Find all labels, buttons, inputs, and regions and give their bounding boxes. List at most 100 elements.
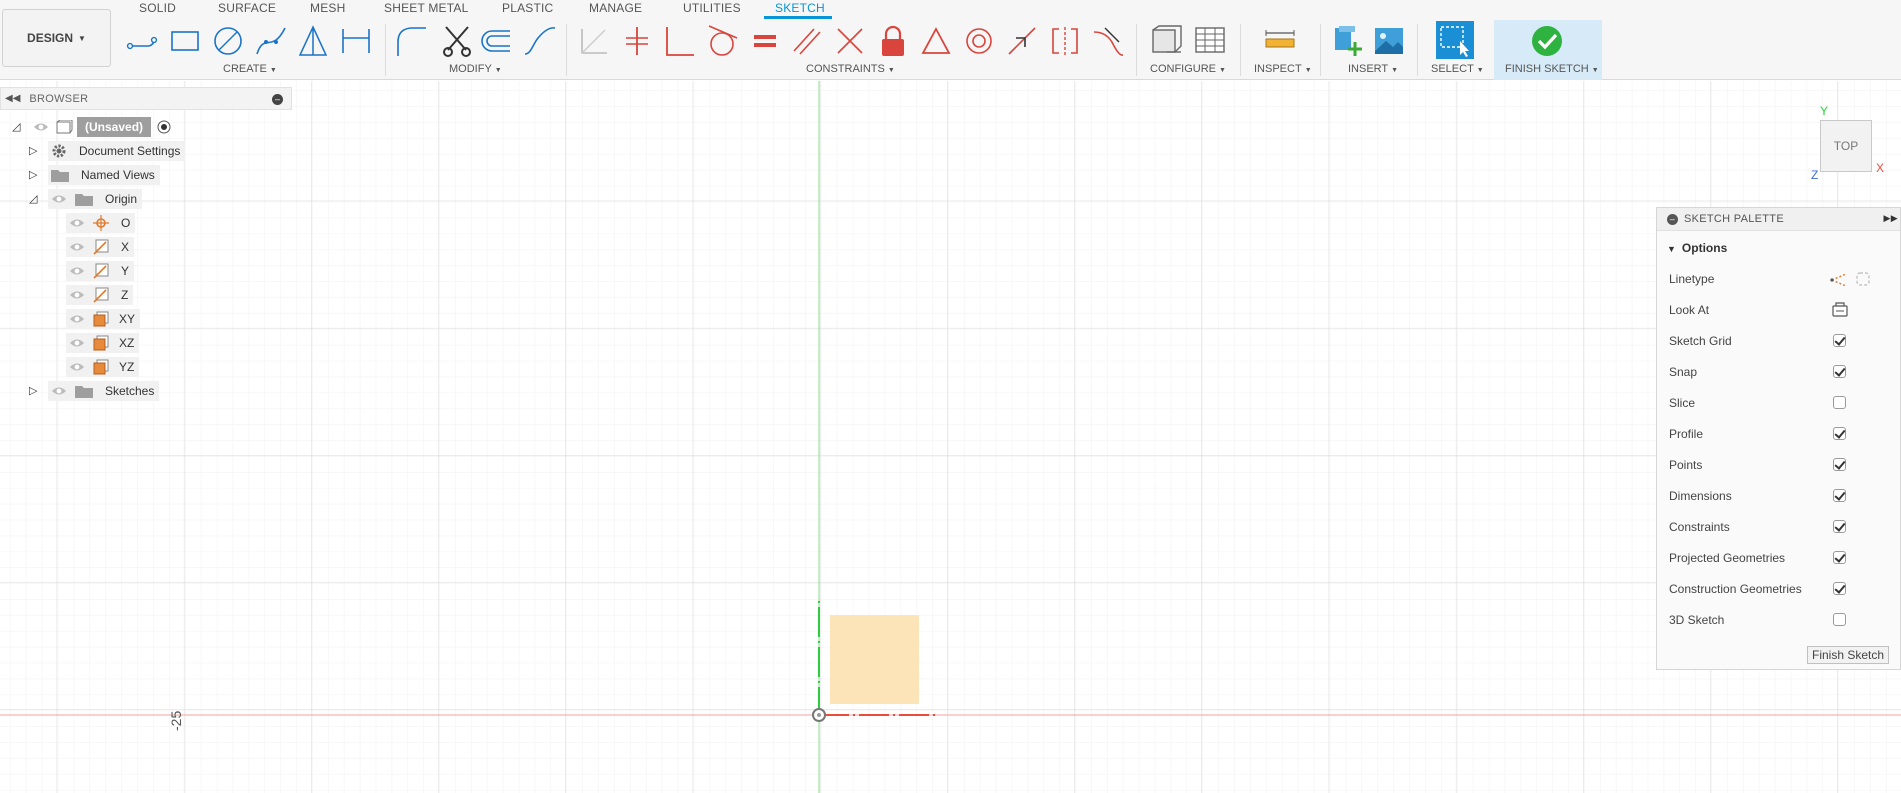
perpendicular-icon[interactable]: [620, 24, 654, 58]
triangle-constraint-icon[interactable]: [919, 24, 953, 58]
finish-check-icon[interactable]: [1530, 24, 1564, 58]
visibility-eye-icon[interactable]: [69, 313, 85, 325]
activate-radio-icon[interactable]: [157, 120, 171, 134]
modify-menu[interactable]: MODIFY ▼: [449, 63, 502, 75]
constraint-ghost-icon[interactable]: [577, 24, 611, 58]
projected-geometries-checkbox[interactable]: [1833, 551, 1846, 564]
tree-item-label: Y: [121, 264, 130, 278]
finish-sketch-menu[interactable]: FINISH SKETCH ▼: [1505, 63, 1599, 75]
trim-scissors-icon[interactable]: [440, 24, 474, 58]
tab-sheet-metal[interactable]: SHEET METAL: [384, 1, 468, 18]
offset-icon[interactable]: [480, 24, 514, 58]
horizontal-constraint-icon[interactable]: [662, 24, 696, 58]
inspect-menu[interactable]: INSPECT ▼: [1254, 63, 1312, 75]
concentric-icon[interactable]: [962, 24, 996, 58]
visibility-eye-icon[interactable]: [69, 217, 85, 229]
collapse-panel-icon[interactable]: ◀◀: [5, 93, 20, 104]
equal-icon[interactable]: [748, 24, 782, 58]
constraints-menu[interactable]: CONSTRAINTS ▼: [806, 63, 895, 75]
expand-panel-icon[interactable]: ▶▶: [1884, 213, 1898, 224]
visibility-eye-icon[interactable]: [69, 289, 85, 301]
tree-item-xz-plane[interactable]: XZ: [66, 333, 140, 353]
symmetry-icon[interactable]: [1048, 24, 1082, 58]
tree-item-origin[interactable]: Origin: [48, 189, 143, 209]
fix-lock-icon[interactable]: [876, 24, 910, 58]
create-menu[interactable]: CREATE ▼: [223, 63, 277, 75]
visibility-eye-icon[interactable]: [69, 241, 85, 253]
rectangle-icon[interactable]: [168, 24, 202, 58]
expand-triangle-icon[interactable]: ◿: [12, 120, 20, 133]
profile-checkbox[interactable]: [1833, 427, 1846, 440]
insert-image-icon[interactable]: [1372, 24, 1406, 58]
tree-item-sketches[interactable]: Sketches: [48, 381, 160, 401]
perpendicular-cross-icon[interactable]: [833, 24, 867, 58]
finish-sketch-button[interactable]: Finish Sketch: [1807, 646, 1890, 664]
toolbar-divider: [1240, 24, 1241, 76]
visibility-eye-icon[interactable]: [69, 337, 85, 349]
expand-triangle-icon[interactable]: ▷: [29, 168, 37, 181]
triangle-icon[interactable]: [296, 24, 330, 58]
look-at-icon[interactable]: [1831, 302, 1849, 318]
fillet-icon[interactable]: [394, 24, 428, 58]
sketch-grid-checkbox[interactable]: [1833, 334, 1846, 347]
insert-derive-icon[interactable]: [1331, 24, 1365, 58]
slice-checkbox[interactable]: [1833, 396, 1846, 409]
visibility-eye-icon[interactable]: [51, 385, 67, 397]
minimize-icon[interactable]: –: [1667, 213, 1678, 225]
visibility-eye-icon[interactable]: [33, 121, 49, 133]
dimension-icon[interactable]: [339, 24, 373, 58]
sketch-profile[interactable]: [830, 615, 919, 704]
midpoint-icon[interactable]: [1005, 24, 1039, 58]
tree-item-yz-plane[interactable]: YZ: [66, 357, 140, 377]
tree-root[interactable]: (Unsaved): [33, 117, 171, 137]
collapse-triangle-icon[interactable]: ◿: [29, 192, 37, 205]
expand-triangle-icon[interactable]: ▷: [29, 144, 37, 157]
configure-menu[interactable]: CONFIGURE ▼: [1150, 63, 1226, 75]
constraints-checkbox[interactable]: [1833, 520, 1846, 533]
dimensions-checkbox[interactable]: [1833, 489, 1846, 502]
tab-plastic[interactable]: PLASTIC: [502, 1, 553, 18]
tree-item-y-axis[interactable]: Y: [66, 261, 135, 281]
tab-mesh[interactable]: MESH: [310, 1, 345, 18]
curve-icon[interactable]: [523, 24, 557, 58]
configure-table-icon[interactable]: [1193, 24, 1227, 58]
minimize-icon[interactable]: –: [272, 94, 283, 105]
measure-ruler-icon[interactable]: [1263, 24, 1297, 58]
tab-manage[interactable]: MANAGE: [589, 1, 642, 18]
parallel-icon[interactable]: [790, 24, 824, 58]
snap-checkbox[interactable]: [1833, 365, 1846, 378]
curvature-icon[interactable]: [1091, 24, 1125, 58]
tab-utilities[interactable]: UTILITIES: [683, 1, 741, 18]
centerline-linetype-icon[interactable]: [1854, 270, 1872, 288]
tree-item-xy-plane[interactable]: XY: [66, 309, 141, 329]
sketch-line-icon[interactable]: [126, 24, 160, 58]
options-section-header[interactable]: ▼ Options: [1667, 241, 1727, 255]
select-window-icon[interactable]: [1436, 21, 1474, 59]
spline-icon[interactable]: [254, 24, 288, 58]
tree-item-named-views[interactable]: Named Views: [48, 165, 160, 185]
workspace-dropdown-button[interactable]: DESIGN ▼: [2, 9, 111, 67]
visibility-eye-icon[interactable]: [69, 361, 85, 373]
tab-solid[interactable]: SOLID: [139, 1, 176, 18]
tab-surface[interactable]: SURFACE: [218, 1, 276, 18]
tree-item-origin-point[interactable]: O: [66, 213, 136, 233]
sketch-canvas[interactable]: -25: [0, 81, 1901, 793]
insert-menu[interactable]: INSERT ▼: [1348, 63, 1398, 75]
browser-panel-header[interactable]: ◀◀ BROWSER –: [0, 87, 292, 110]
tree-item-z-axis[interactable]: Z: [66, 285, 134, 305]
construction-geometries-checkbox[interactable]: [1833, 582, 1846, 595]
parameters-icon[interactable]: [1149, 24, 1183, 58]
visibility-eye-icon[interactable]: [51, 193, 67, 205]
tangent-icon[interactable]: [705, 24, 739, 58]
viewcube[interactable]: TOP: [1820, 120, 1872, 172]
3d-sketch-checkbox[interactable]: [1833, 613, 1846, 626]
construction-linetype-icon[interactable]: [1830, 270, 1848, 288]
sketch-palette-header[interactable]: – SKETCH PALETTE ▶▶: [1657, 208, 1900, 231]
select-menu[interactable]: SELECT ▼: [1431, 63, 1484, 75]
circle-icon[interactable]: [211, 24, 245, 58]
points-checkbox[interactable]: [1833, 458, 1846, 471]
tree-item-document-settings[interactable]: Document Settings: [48, 141, 186, 161]
visibility-eye-icon[interactable]: [69, 265, 85, 277]
tree-item-x-axis[interactable]: X: [66, 237, 135, 257]
expand-triangle-icon[interactable]: ▷: [29, 384, 37, 397]
